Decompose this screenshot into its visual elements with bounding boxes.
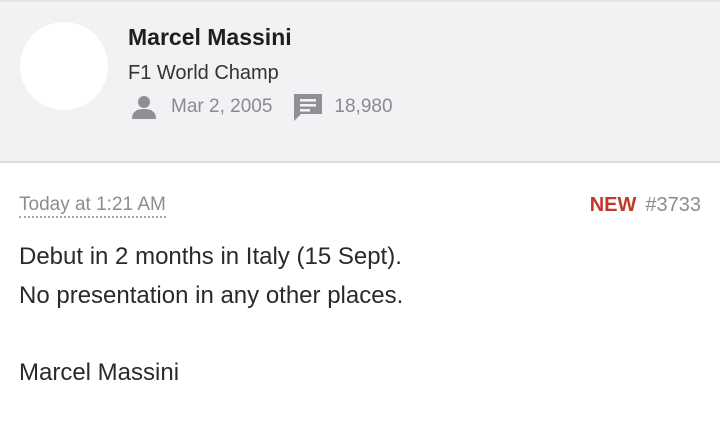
new-badge: NEW [589,194,637,216]
post-content: Debut in 2 months in Italy (15 Sept). No… [19,237,699,392]
post-line: No presentation in any other places. [19,282,404,309]
user-info-panel: Marcel Massini F1 World Champ Mar 2, 200… [0,0,720,163]
username-link[interactable]: Marcel Massini [128,24,292,51]
user-title: F1 World Champ [128,62,279,84]
post-flags: NEW #3733 [590,194,701,216]
post-line: Debut in 2 months in Italy (15 Sept). [19,243,402,270]
post-timestamp-link[interactable]: Today at 1:21 AM [19,194,166,218]
post-number-link[interactable]: #3733 [645,194,701,216]
joined-date: Mar 2, 2005 [171,96,273,117]
message-count: 18,980 [334,96,393,117]
user-meta: Mar 2, 2005 18,980 [130,92,393,122]
person-icon [130,93,158,121]
post-signature: Marcel Massini [19,359,180,386]
avatar[interactable] [20,22,108,110]
message-icon [292,92,324,122]
